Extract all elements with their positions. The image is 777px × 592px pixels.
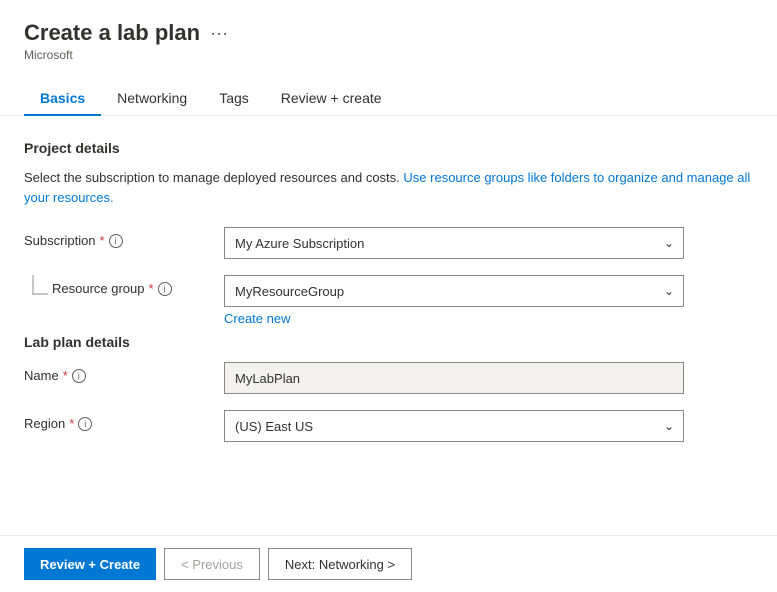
subscription-label: Subscription * i [24, 227, 224, 248]
subscription-select[interactable]: My Azure Subscription [224, 227, 684, 259]
tabs: Basics Networking Tags Review + create [0, 66, 777, 116]
next-button[interactable]: Next: Networking > [268, 548, 412, 580]
subscription-required: * [100, 233, 105, 248]
project-description: Select the subscription to manage deploy… [24, 168, 753, 207]
resource-group-control: MyResourceGroup ⌄ Create new [224, 275, 684, 326]
subscription-info-icon[interactable]: i [109, 234, 123, 248]
region-row: Region * i (US) East US ⌄ [24, 410, 753, 442]
region-label: Region * i [24, 410, 224, 431]
resource-group-info-icon[interactable]: i [158, 282, 172, 296]
lab-plan-section: Lab plan details Name * i Region * i [24, 334, 753, 442]
page-title: Create a lab plan [24, 20, 200, 46]
region-control: (US) East US ⌄ [224, 410, 684, 442]
lab-plan-title: Lab plan details [24, 334, 753, 350]
region-select[interactable]: (US) East US [224, 410, 684, 442]
region-info-icon[interactable]: i [78, 417, 92, 431]
name-input[interactable] [224, 362, 684, 394]
tab-networking[interactable]: Networking [101, 82, 203, 116]
resource-group-label: Resource group * i [52, 275, 172, 296]
content: Project details Select the subscription … [0, 116, 777, 535]
subscription-control: My Azure Subscription ⌄ [224, 227, 684, 259]
project-details-title: Project details [24, 140, 753, 156]
region-required: * [69, 416, 74, 431]
tab-review-create[interactable]: Review + create [265, 82, 398, 116]
resource-group-row: Resource group * i MyResourceGroup ⌄ Cre… [24, 275, 753, 326]
resource-group-select[interactable]: MyResourceGroup [224, 275, 684, 307]
name-row: Name * i [24, 362, 753, 394]
resource-group-required: * [149, 281, 154, 296]
name-label: Name * i [24, 362, 224, 383]
review-create-button[interactable]: Review + Create [24, 548, 156, 580]
header: Create a lab plan ··· Microsoft [0, 0, 777, 62]
resource-group-select-wrapper: MyResourceGroup ⌄ [224, 275, 684, 307]
name-control [224, 362, 684, 394]
previous-button[interactable]: < Previous [164, 548, 260, 580]
page-wrapper: Create a lab plan ··· Microsoft Basics N… [0, 0, 777, 592]
tab-tags[interactable]: Tags [203, 82, 265, 116]
indent-line [32, 275, 48, 295]
footer: Review + Create < Previous Next: Network… [0, 535, 777, 592]
tab-basics[interactable]: Basics [24, 82, 101, 116]
description-text-1: Select the subscription to manage deploy… [24, 170, 400, 185]
name-required: * [63, 368, 68, 383]
title-row: Create a lab plan ··· [24, 20, 753, 46]
ellipsis-icon[interactable]: ··· [210, 23, 228, 44]
name-info-icon[interactable]: i [72, 369, 86, 383]
create-new-link[interactable]: Create new [224, 311, 684, 326]
subscription-row: Subscription * i My Azure Subscription ⌄ [24, 227, 753, 259]
region-select-wrapper: (US) East US ⌄ [224, 410, 684, 442]
subtitle: Microsoft [24, 48, 753, 62]
subscription-select-wrapper: My Azure Subscription ⌄ [224, 227, 684, 259]
